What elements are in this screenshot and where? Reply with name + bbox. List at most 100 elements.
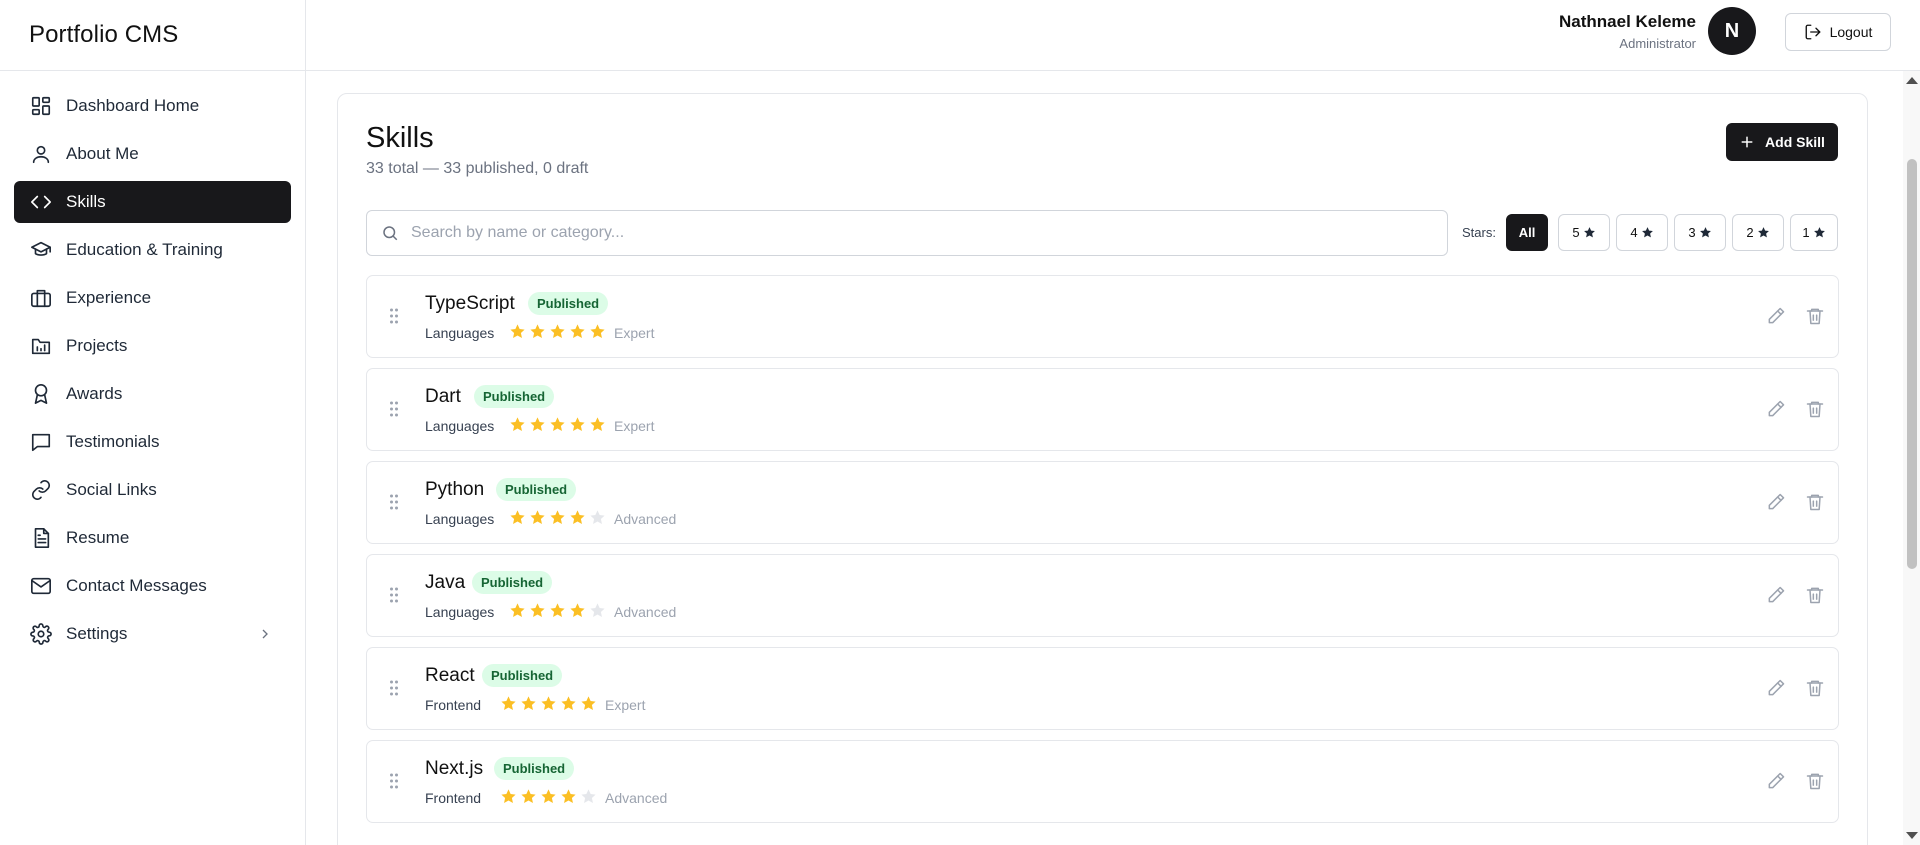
sidebar-item-about-me[interactable]: About Me (14, 133, 291, 175)
sidebar-item-skills[interactable]: Skills (14, 181, 291, 223)
skill-row[interactable]: Next.js Published Frontend Advanced (366, 740, 1839, 823)
search-input[interactable] (411, 224, 1411, 242)
sidebar-item-dashboard-home[interactable]: Dashboard Home (14, 85, 291, 127)
skill-level: Advanced (614, 604, 677, 620)
drag-handle-icon[interactable] (389, 586, 399, 604)
filter-3-stars-button[interactable]: 3 (1674, 214, 1726, 251)
filter-all-button[interactable]: All (1506, 214, 1548, 251)
star-filled-icon (510, 324, 525, 338)
filter-5-stars-button[interactable]: 5 (1558, 214, 1610, 251)
sidebar-item-experience[interactable]: Experience (14, 277, 291, 319)
delete-button[interactable] (1805, 771, 1827, 793)
star-empty-icon (581, 789, 596, 803)
status-badge: Published (496, 478, 577, 501)
sidebar-item-social-links[interactable]: Social Links (14, 469, 291, 511)
file-icon (29, 526, 53, 550)
search-icon (383, 226, 398, 241)
plus-icon (1741, 136, 1753, 148)
avatar[interactable]: N (1708, 7, 1756, 55)
skill-category: Frontend (425, 790, 482, 806)
sidebar-item-label: Settings (66, 624, 128, 643)
sidebar-item-label: Testimonials (66, 432, 160, 451)
filter-1-star-button[interactable]: 1 (1790, 214, 1838, 251)
sidebar-item-contact-messages[interactable]: Contact Messages (14, 565, 291, 607)
star-icon (1583, 227, 1595, 238)
star-rating (509, 323, 609, 340)
star-filled-icon (530, 603, 545, 617)
skill-row[interactable]: TypeScript Published Languages Expert (366, 275, 1839, 358)
skill-row[interactable]: Python Published Languages Advanced (366, 461, 1839, 544)
scroll-thumb[interactable] (1907, 159, 1917, 569)
skill-name: Dart (425, 386, 461, 407)
logout-icon (1805, 24, 1821, 40)
sidebar-item-projects[interactable]: Projects (14, 325, 291, 367)
skills-panel: Skills 33 total — 33 published, 0 draft … (337, 93, 1868, 845)
drag-handle-icon[interactable] (389, 772, 399, 790)
mail-icon (29, 574, 53, 598)
scroll-down-arrow-icon[interactable] (1906, 832, 1918, 839)
filter-4-stars-button[interactable]: 4 (1616, 214, 1668, 251)
skill-level: Expert (614, 325, 655, 341)
star-icon (1641, 227, 1653, 238)
skill-category: Frontend (425, 697, 482, 713)
skill-row[interactable]: React Published Frontend Expert (366, 647, 1839, 730)
edit-button[interactable] (1766, 585, 1788, 607)
delete-button[interactable] (1805, 492, 1827, 514)
sidebar-item-label: Awards (66, 384, 123, 403)
code-icon (29, 190, 53, 214)
drag-handle-icon[interactable] (389, 679, 399, 697)
delete-button[interactable] (1805, 306, 1827, 328)
filter-2-stars-button[interactable]: 2 (1732, 214, 1784, 251)
drag-handle-icon[interactable] (389, 307, 399, 325)
status-badge: Published (528, 292, 609, 315)
edit-button[interactable] (1766, 399, 1788, 421)
edit-button[interactable] (1766, 678, 1788, 700)
skill-level: Expert (614, 418, 655, 434)
delete-button[interactable] (1805, 399, 1827, 421)
star-rating (500, 788, 600, 805)
sidebar-item-settings[interactable]: Settings (14, 613, 291, 655)
drag-handle-icon[interactable] (389, 400, 399, 418)
sidebar-item-label: Social Links (66, 480, 157, 499)
skill-row[interactable]: Dart Published Languages Expert (366, 368, 1839, 451)
scrollbar[interactable] (1903, 71, 1920, 845)
star-rating (500, 695, 600, 712)
logout-button[interactable]: Logout (1785, 13, 1891, 51)
star-filled-icon (570, 603, 585, 617)
star-filled-icon (510, 603, 525, 617)
search-box[interactable] (366, 210, 1448, 256)
folder-icon (29, 334, 53, 358)
skill-name: Python (425, 479, 485, 500)
drag-handle-icon[interactable] (389, 493, 399, 511)
star-filled-icon (501, 696, 516, 710)
delete-button[interactable] (1805, 585, 1827, 607)
filter-label: 1 (1802, 225, 1810, 240)
star-filled-icon (530, 510, 545, 524)
sidebar-nav: Dashboard Home About Me Skills Education… (0, 71, 305, 655)
sidebar-item-education[interactable]: Education & Training (14, 229, 291, 271)
sidebar-item-awards[interactable]: Awards (14, 373, 291, 415)
user-info: Nathnael Keleme Administrator (1559, 12, 1696, 51)
edit-button[interactable] (1766, 492, 1788, 514)
header: Nathnael Keleme Administrator N Logout (306, 0, 1920, 71)
star-filled-icon (570, 510, 585, 524)
scroll-up-arrow-icon[interactable] (1906, 77, 1918, 84)
star-filled-icon (530, 417, 545, 431)
star-icon (1757, 227, 1769, 238)
sidebar-item-label: Dashboard Home (66, 96, 200, 115)
skill-level: Advanced (614, 511, 677, 527)
sidebar-item-label: Skills (66, 192, 106, 211)
edit-button[interactable] (1766, 771, 1788, 793)
star-filled-icon (561, 789, 576, 803)
add-skill-button[interactable]: Add Skill (1726, 123, 1838, 161)
delete-button[interactable] (1805, 678, 1827, 700)
status-badge: Published (482, 664, 563, 687)
star-filled-icon (570, 324, 585, 338)
edit-button[interactable] (1766, 306, 1788, 328)
skill-level: Advanced (605, 790, 668, 806)
skill-row[interactable]: Java Published Languages Advanced (366, 554, 1839, 637)
sidebar-item-resume[interactable]: Resume (14, 517, 291, 559)
star-empty-icon (590, 603, 605, 617)
sidebar-item-label: Contact Messages (66, 576, 207, 595)
sidebar-item-testimonials[interactable]: Testimonials (14, 421, 291, 463)
